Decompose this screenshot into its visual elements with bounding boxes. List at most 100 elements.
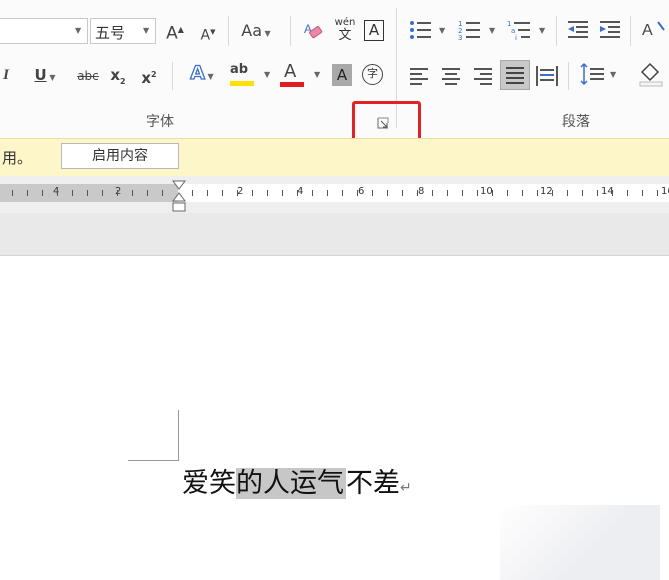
ruler-tick-41 <box>642 190 643 196</box>
ruler-tick-35 <box>552 190 553 196</box>
ruler-tick-27 <box>432 190 433 196</box>
svg-text:3: 3 <box>458 34 462 42</box>
separator <box>290 16 291 46</box>
font-color-swatch <box>280 82 304 87</box>
ruler-tick-0 <box>12 190 13 196</box>
ruler-tick-11 <box>192 190 193 196</box>
line-spacing-icon[interactable]: ▼ <box>576 62 622 88</box>
strikethrough-button[interactable]: abc <box>74 65 102 87</box>
margin-corner-mark <box>128 410 179 461</box>
ruler-tick-19 <box>312 190 313 196</box>
ruler-tick-29 <box>462 190 463 196</box>
sort-icon[interactable]: A <box>640 18 668 42</box>
separator <box>228 16 229 46</box>
ruler-tick-16 <box>267 190 268 196</box>
watermark <box>500 505 660 580</box>
svg-text:A: A <box>642 22 653 39</box>
separator <box>172 62 173 90</box>
ruler-tick-39 <box>612 190 613 196</box>
ruler-tick-23 <box>372 190 373 196</box>
ruler-tick-37 <box>582 190 583 196</box>
align-left-icon[interactable] <box>406 62 432 88</box>
align-center-icon[interactable] <box>438 62 464 88</box>
font-group-label: 字体 <box>146 114 174 130</box>
ruler-tick-20 <box>327 190 328 196</box>
underline-button[interactable]: U ▼ <box>26 64 64 89</box>
ruler-tick-28 <box>447 190 448 196</box>
ruler-tick-10 <box>162 190 163 196</box>
page-top-margin-area <box>0 213 669 256</box>
ruler-tick-36 <box>567 190 568 196</box>
ruler-label-right-5: 12 <box>540 186 553 197</box>
ruler-tick-26 <box>417 190 418 196</box>
enclose-characters-button[interactable]: 字 <box>362 64 383 85</box>
ruler-tick-25 <box>402 190 403 196</box>
separator <box>556 16 557 46</box>
highlight-color-button[interactable]: ab ▼ <box>228 62 274 90</box>
decrease-indent-icon[interactable] <box>564 18 592 42</box>
ruler-tick-22 <box>357 190 358 196</box>
text-after-selection: 不差 <box>346 468 400 499</box>
ruler-tick-31 <box>492 190 493 196</box>
highlight-color-swatch <box>230 81 254 86</box>
font-size-combo[interactable]: 五号 ▼ <box>90 18 156 44</box>
ruler-label-left-1: 2 <box>115 186 122 197</box>
shading-bucket-icon[interactable] <box>636 60 666 88</box>
indent-marker[interactable] <box>172 180 186 216</box>
selected-text[interactable]: 的人运气 <box>236 468 346 499</box>
eraser-icon[interactable]: A <box>302 20 324 42</box>
ruler-tick-38 <box>597 190 598 196</box>
separator <box>568 62 569 90</box>
ruler-tick-42 <box>657 190 658 196</box>
increase-indent-icon[interactable] <box>596 18 624 42</box>
superscript-button[interactable]: x2 <box>138 64 160 89</box>
separator <box>630 16 631 46</box>
chevron-down-icon[interactable]: ▼ <box>75 26 81 35</box>
font-size-value: 五号 <box>95 24 126 42</box>
font-color-button[interactable]: A ▼ <box>280 61 324 90</box>
ruler-tick-34 <box>537 190 538 196</box>
ruler-tick-33 <box>522 190 523 196</box>
ruler-tick-4 <box>72 190 73 196</box>
text-effects-button[interactable]: A ▼ <box>182 61 222 88</box>
character-border-button[interactable]: A <box>364 20 384 41</box>
ruler-tick-6 <box>102 190 103 196</box>
paragraph-group-label: 段落 <box>562 114 590 130</box>
chevron-down-icon[interactable]: ▼ <box>143 26 149 35</box>
font-name-combo[interactable]: ▼ <box>0 18 88 44</box>
bullet-list-icon[interactable]: ▼ <box>406 18 450 42</box>
change-case-button[interactable]: Aa ▼ <box>236 20 276 45</box>
ruler-tick-30 <box>477 190 478 196</box>
ruler-tick-12 <box>207 190 208 196</box>
ruler-tick-1 <box>27 190 28 196</box>
shrink-font-button[interactable]: A▼ <box>197 21 219 47</box>
justify-icon[interactable] <box>500 60 530 90</box>
ruler-tick-17 <box>282 190 283 196</box>
ruler-tick-14 <box>237 190 238 196</box>
italic-button[interactable]: I <box>0 64 12 86</box>
ruler-label-right-4: 10 <box>480 186 493 197</box>
ruler-tick-24 <box>387 190 388 196</box>
numbered-list-icon[interactable]: 1 2 3 ▼ <box>456 18 500 42</box>
svg-text:▼: ▼ <box>439 26 446 35</box>
ruler-tick-9 <box>147 190 148 196</box>
ruler-tick-40 <box>627 190 628 196</box>
multilevel-list-icon[interactable]: 1 a i ▼ <box>506 18 550 42</box>
ruler-tick-21 <box>342 190 343 196</box>
subscript-button[interactable]: x2 <box>108 64 128 93</box>
distributed-icon[interactable] <box>534 62 560 88</box>
enable-content-button[interactable]: 启用内容 <box>61 143 179 169</box>
grow-font-button[interactable]: A▲ <box>164 19 186 45</box>
message-text: 用。 <box>2 149 33 167</box>
ruler-tick-5 <box>87 190 88 196</box>
document-text[interactable]: 爱笑的人运气不差↵ <box>182 462 412 506</box>
ruler-tick-2 <box>42 190 43 196</box>
ribbon: ▼ 五号 ▼ A▲ A▼ Aa ▼ A wén 文 A ▼ 1 2 3 ▼ 1 … <box>0 0 669 144</box>
ruler-tick-15 <box>252 190 253 196</box>
paragraph-mark-icon: ↵ <box>400 480 412 496</box>
character-shading-button[interactable]: A <box>332 64 352 86</box>
phonetic-guide-button[interactable]: wén 文 <box>332 17 358 47</box>
ruler-label-right-2: 6 <box>358 186 365 197</box>
ruler-tick-7 <box>117 190 118 196</box>
align-right-icon[interactable] <box>470 62 496 88</box>
